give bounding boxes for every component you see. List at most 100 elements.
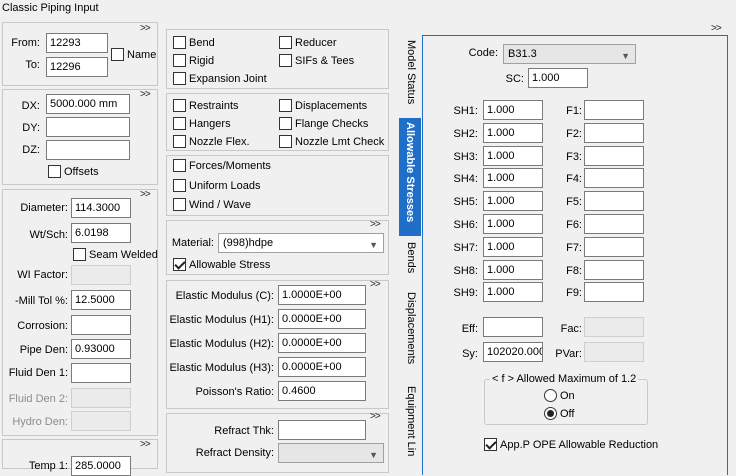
nozzle-lmt-check-checkbox[interactable] xyxy=(279,135,292,148)
tab-equipment[interactable]: Equipment Lin xyxy=(400,386,422,466)
sh1-label: SH1: xyxy=(453,105,478,117)
f2-label: F2: xyxy=(566,128,582,140)
seam-welded-label: Seam Welded xyxy=(89,249,158,261)
fac-input xyxy=(584,317,644,337)
dx-input[interactable]: 5000.000 mm xyxy=(46,94,130,114)
node-panel-expand-button[interactable]: >> xyxy=(140,23,151,34)
reducer-checkbox[interactable] xyxy=(279,36,292,49)
from-label: From: xyxy=(11,37,40,49)
to-node-input[interactable]: 12296 xyxy=(46,57,108,77)
code-selected-value: B31.3 xyxy=(508,48,537,60)
wind-wave-label: Wind / Wave xyxy=(189,199,251,211)
refract-density-dropdown[interactable]: ▼ xyxy=(278,443,384,463)
hangers-checkbox[interactable] xyxy=(173,117,186,130)
pipe-den-input[interactable]: 0.93000 xyxy=(71,339,131,359)
sc-input[interactable]: 1.000 xyxy=(528,68,588,88)
temp1-input[interactable]: 285.0000 xyxy=(71,456,131,476)
f3-input[interactable] xyxy=(584,146,644,166)
eff-label: Eff: xyxy=(461,323,478,335)
sh6-label: SH6: xyxy=(453,219,478,231)
f8-label: F8: xyxy=(566,265,582,277)
expansion-joint-checkbox[interactable] xyxy=(173,72,186,85)
dy-input[interactable] xyxy=(46,117,130,137)
pvar-label: PVar: xyxy=(555,348,582,360)
flange-checks-checkbox[interactable] xyxy=(279,117,292,130)
fluid-den1-input[interactable] xyxy=(71,363,131,383)
poisson-label: Poisson's Ratio: xyxy=(195,386,274,398)
tab-allowable-stresses[interactable]: Allowable Stresses xyxy=(399,118,421,236)
nozzle-lmt-check-label: Nozzle Lmt Check xyxy=(295,136,385,148)
refract-thk-input[interactable] xyxy=(278,420,366,440)
from-node-input[interactable]: 12293 xyxy=(46,33,108,53)
offsets-label: Offsets xyxy=(64,166,99,178)
f4-input[interactable] xyxy=(584,168,644,188)
hydro-den-input xyxy=(71,411,131,431)
expansion-joint-label: Expansion Joint xyxy=(189,73,267,85)
hydro-den-label: Hydro Den: xyxy=(12,416,68,428)
allowable-panel-expand-button[interactable]: >> xyxy=(711,23,722,34)
material-panel-expand-button[interactable]: >> xyxy=(370,219,381,230)
forces-moments-checkbox[interactable] xyxy=(173,159,186,172)
app-p-ope-label: App.P OPE Allowable Reduction xyxy=(500,439,659,451)
pvar-input xyxy=(584,342,644,362)
f7-input[interactable] xyxy=(584,237,644,257)
wind-wave-checkbox[interactable] xyxy=(173,198,186,211)
dx-label: DX: xyxy=(21,100,40,112)
mill-tol-label: -Mill Tol %: xyxy=(15,295,68,307)
em-c-input[interactable]: 1.0000E+00 xyxy=(278,285,366,305)
dz-input[interactable] xyxy=(46,140,130,160)
f9-input[interactable] xyxy=(584,282,644,302)
offsets-checkbox[interactable] xyxy=(48,165,61,178)
f1-input[interactable] xyxy=(584,100,644,120)
tab-bends[interactable]: Bends xyxy=(400,242,422,286)
em-h2-input[interactable]: 0.0000E+00 xyxy=(278,333,366,353)
hangers-label: Hangers xyxy=(189,118,231,130)
wtsch-input[interactable]: 6.0198 xyxy=(71,223,131,243)
f1-label: F1: xyxy=(566,105,582,117)
bend-checkbox[interactable] xyxy=(173,36,186,49)
to-label: To: xyxy=(25,59,40,71)
displacements-checkbox[interactable] xyxy=(279,99,292,112)
uniform-loads-checkbox[interactable] xyxy=(173,179,186,192)
f2-input[interactable] xyxy=(584,123,644,143)
em-h1-input[interactable]: 0.0000E+00 xyxy=(278,309,366,329)
allowed-max-off-radio[interactable] xyxy=(544,407,557,420)
sifs-tees-checkbox[interactable] xyxy=(279,54,292,67)
mill-tol-input[interactable]: 12.5000 xyxy=(71,290,131,310)
seam-welded-checkbox[interactable] xyxy=(73,248,86,261)
elastic-panel-expand-button[interactable]: >> xyxy=(370,279,381,290)
f8-input[interactable] xyxy=(584,260,644,280)
dy-label: DY: xyxy=(22,122,40,134)
tab-model-status[interactable]: Model Status xyxy=(400,40,422,116)
restraints-checkbox[interactable] xyxy=(173,99,186,112)
chevron-down-icon: ▼ xyxy=(369,240,378,250)
material-dropdown[interactable]: (998)hdpe ▼ xyxy=(218,233,384,253)
forces-moments-label: Forces/Moments xyxy=(189,160,271,172)
nozzle-flex-checkbox[interactable] xyxy=(173,135,186,148)
tab-displacements[interactable]: Displacements xyxy=(400,292,422,378)
em-c-label: Elastic Modulus (C): xyxy=(175,290,274,302)
diameter-input[interactable]: 114.3000 xyxy=(71,198,131,218)
name-checkbox[interactable] xyxy=(111,48,124,61)
f6-input[interactable] xyxy=(584,214,644,234)
rigid-checkbox[interactable] xyxy=(173,54,186,67)
corrosion-input[interactable] xyxy=(71,315,131,335)
corrosion-label: Corrosion: xyxy=(17,320,68,332)
code-dropdown[interactable]: B31.3 ▼ xyxy=(503,44,636,64)
poisson-input[interactable]: 0.4600 xyxy=(278,381,366,401)
f5-input[interactable] xyxy=(584,191,644,211)
allowable-stress-checkbox[interactable] xyxy=(173,258,186,271)
fluid-den2-label: Fluid Den 2: xyxy=(8,393,68,405)
allowed-max-on-radio[interactable] xyxy=(544,389,557,402)
em-h3-input[interactable]: 0.0000E+00 xyxy=(278,357,366,377)
rigid-label: Rigid xyxy=(189,55,215,67)
delta-panel-expand-button[interactable]: >> xyxy=(140,89,151,100)
app-p-ope-checkbox[interactable] xyxy=(484,438,497,451)
temperature-panel-expand-button[interactable]: >> xyxy=(140,439,151,450)
pipe-panel-expand-button[interactable]: >> xyxy=(140,189,151,200)
allowed-max-on-label: On xyxy=(560,390,575,402)
refractory-panel-expand-button[interactable]: >> xyxy=(370,411,381,422)
sy-label: Sy: xyxy=(462,348,478,360)
temp1-label: Temp 1: xyxy=(28,460,68,472)
em-h2-label: Elastic Modulus (H2): xyxy=(169,338,274,350)
